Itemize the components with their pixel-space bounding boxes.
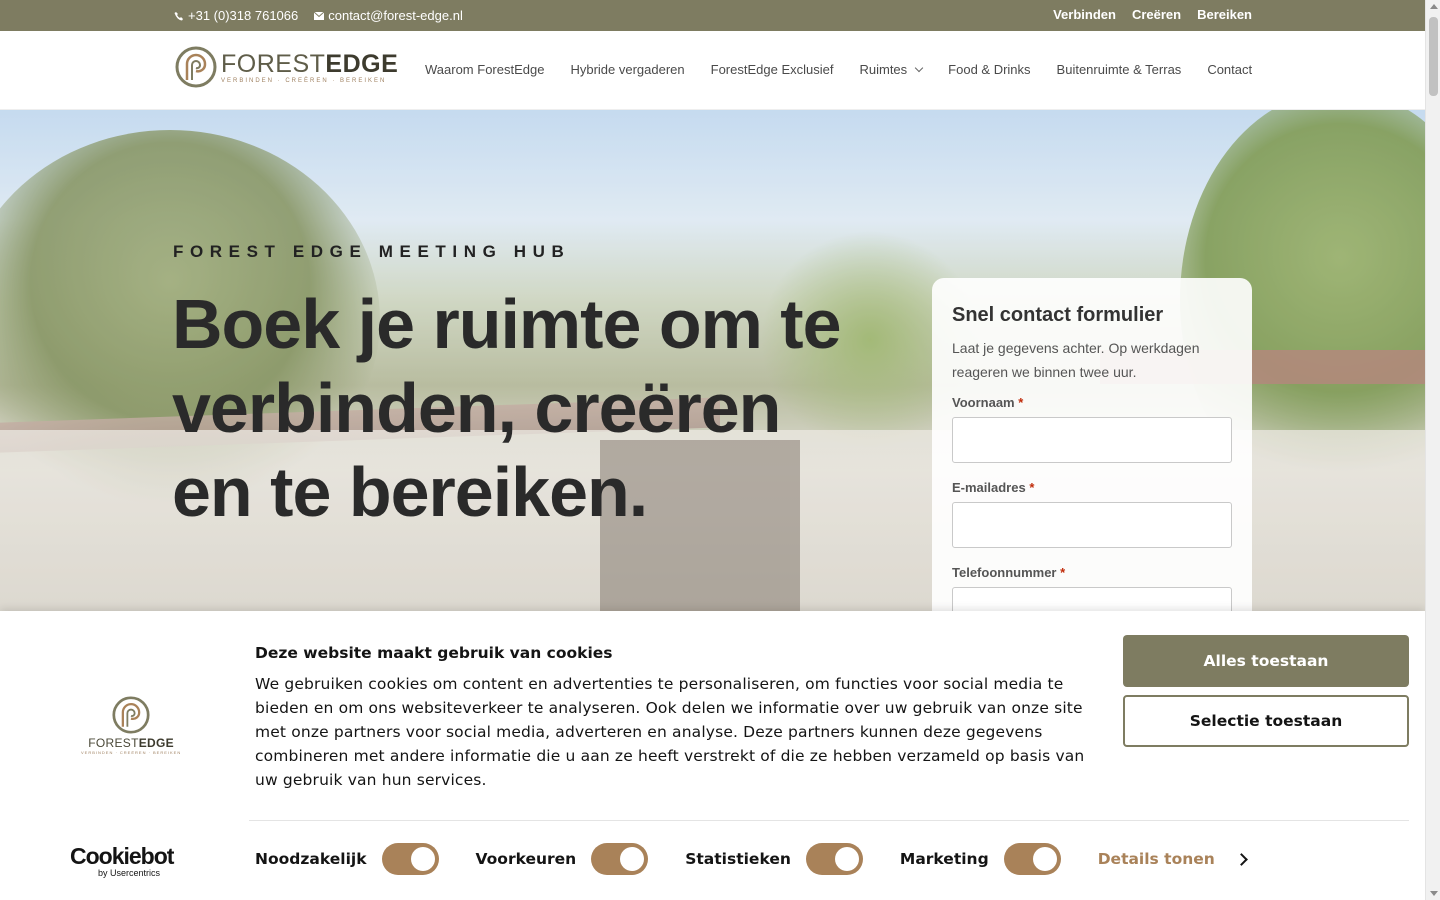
hero-headline-line: verbinden, creëren xyxy=(172,369,781,447)
phone-link[interactable]: +31 (0)318 761066 xyxy=(174,8,298,23)
toggle-marketing: Marketing xyxy=(900,843,1061,875)
cookie-logo-wordmark: FORESTEDGE xyxy=(88,736,174,750)
firstname-label: Voornaam * xyxy=(952,395,1024,410)
chevron-down-icon xyxy=(914,63,924,72)
site-header: FORESTEDGE VERBINDEN · CREËREN · BEREIKE… xyxy=(0,31,1425,110)
allow-selection-button[interactable]: Selectie toestaan xyxy=(1123,695,1409,747)
cookie-logo-tagline: VERBINDEN · CREËREN · BEREIKEN xyxy=(81,750,182,755)
toggle-preferences: Voorkeuren xyxy=(476,843,649,875)
email-label: E-mailadres * xyxy=(952,480,1035,495)
logo-wordmark: FORESTEDGE xyxy=(221,49,399,78)
cookiebot-wordmark: Cookiebot xyxy=(70,843,174,869)
marketing-switch[interactable] xyxy=(1003,843,1061,875)
switch-knob xyxy=(1032,847,1057,871)
top-link-bereiken[interactable]: Bereiken xyxy=(1197,7,1252,22)
toggle-label: Voorkeuren xyxy=(475,850,577,868)
nav-ruimtes-label: Ruimtes xyxy=(859,62,908,77)
preferences-switch[interactable] xyxy=(591,843,649,875)
top-bar: +31 (0)318 761066 contact@forest-edge.nl… xyxy=(0,0,1425,31)
top-link-verbinden[interactable]: Verbinden xyxy=(1053,7,1116,22)
firstname-field[interactable] xyxy=(952,417,1232,463)
scroll-up-icon[interactable] xyxy=(1430,4,1438,9)
cookiebot-logo[interactable]: Cookiebot by Usercentrics xyxy=(70,843,174,878)
hero-headline-line: Boek je ruimte om te xyxy=(172,285,842,363)
cookie-text: We gebruiken cookies om content en adver… xyxy=(255,675,1085,789)
statistics-switch[interactable] xyxy=(805,843,863,875)
show-details-label: Details tonen xyxy=(1097,850,1215,868)
nav-ruimtes[interactable]: Ruimtes xyxy=(859,62,924,77)
nav-contact[interactable]: Contact xyxy=(1207,62,1252,77)
top-contact: +31 (0)318 761066 contact@forest-edge.nl xyxy=(174,8,463,23)
toggle-label: Noodzakelijk xyxy=(255,850,367,868)
top-link-creeren[interactable]: Creëren xyxy=(1132,7,1181,22)
mail-icon xyxy=(314,11,325,20)
phone-number: +31 (0)318 761066 xyxy=(188,8,299,23)
nav-waarom[interactable]: Waarom ForestEdge xyxy=(425,62,544,77)
necessary-switch[interactable] xyxy=(381,843,439,875)
logo-mark-icon xyxy=(112,696,150,734)
site-logo[interactable]: FORESTEDGE VERBINDEN · CREËREN · BEREIKE… xyxy=(175,46,398,88)
toggle-necessary: Noodzakelijk xyxy=(255,843,439,875)
scroll-down-icon[interactable] xyxy=(1430,891,1438,896)
phone-label: Telefoonnummer * xyxy=(952,565,1066,580)
nav-hybride[interactable]: Hybride vergaderen xyxy=(570,62,684,77)
form-title: Snel contact formulier xyxy=(952,304,1164,326)
chevron-right-icon xyxy=(1234,852,1248,866)
toggle-label: Statistieken xyxy=(685,850,791,868)
email-link[interactable]: contact@forest-edge.nl xyxy=(314,8,463,23)
nav-exclusief[interactable]: ForestEdge Exclusief xyxy=(711,62,834,77)
top-links: Verbinden Creëren Bereiken xyxy=(1053,7,1252,22)
page-scrollbar[interactable] xyxy=(1425,0,1440,900)
main-nav: Waarom ForestEdge Hybride vergaderen For… xyxy=(425,62,1252,77)
switch-knob xyxy=(410,847,435,871)
nav-buitenruimte[interactable]: Buitenruimte & Terras xyxy=(1057,62,1182,77)
email-address: contact@forest-edge.nl xyxy=(328,8,463,23)
logo-mark-icon xyxy=(175,46,217,88)
show-details-link[interactable]: Details tonen xyxy=(1097,850,1248,868)
cookie-toggles: Noodzakelijk Voorkeuren Statistieken Mar… xyxy=(255,843,1248,875)
toggle-statistics: Statistieken xyxy=(685,843,863,875)
switch-knob xyxy=(620,847,645,871)
toggle-label: Marketing xyxy=(899,850,989,868)
nav-food-drinks[interactable]: Food & Drinks xyxy=(948,62,1030,77)
cookie-banner-logo: FORESTEDGE VERBINDEN · CREËREN · BEREIKE… xyxy=(81,696,181,755)
allow-all-button[interactable]: Alles toestaan xyxy=(1123,635,1409,687)
logo-text: FORESTEDGE VERBINDEN · CREËREN · BEREIKE… xyxy=(221,51,398,84)
quick-contact-form: Snel contact formulier Laat je gegevens … xyxy=(932,278,1252,633)
phone-icon xyxy=(174,11,183,20)
scrollbar-thumb[interactable] xyxy=(1429,17,1438,96)
email-field[interactable] xyxy=(952,502,1232,548)
cookie-title: Deze website maakt gebruik van cookies xyxy=(255,644,613,662)
switch-knob xyxy=(834,847,859,871)
logo-tagline: VERBINDEN · CREËREN · BEREIKEN xyxy=(221,77,387,84)
cookiebot-sub: by Usercentrics xyxy=(98,868,161,878)
hero-headline: Boek je ruimte om te verbinden, creëren … xyxy=(172,282,912,534)
hero-headline-line: en te bereiken. xyxy=(172,453,648,531)
form-intro: Laat je gegevens achter. Op werkdagen re… xyxy=(952,340,1200,380)
hero-eyebrow: FOREST EDGE MEETING HUB xyxy=(173,242,571,261)
cookie-banner: FORESTEDGE VERBINDEN · CREËREN · BEREIKE… xyxy=(0,611,1425,900)
cookie-divider xyxy=(249,820,1409,821)
